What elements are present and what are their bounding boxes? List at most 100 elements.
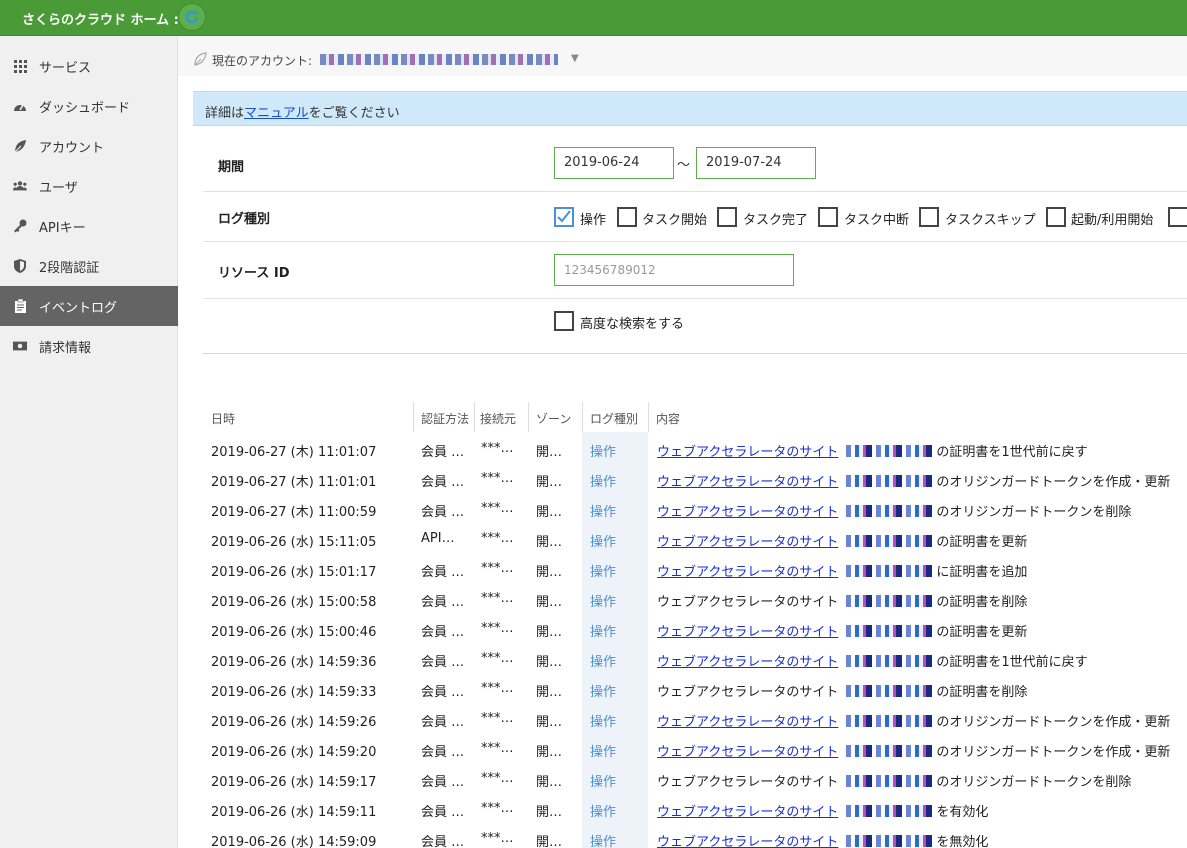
sidebar-item-label: ダッシュボード <box>39 100 131 116</box>
grid-icon <box>13 59 27 73</box>
table-row[interactable]: 2019-06-26 (水) 14:59:26 会員 … ***… 開… 操作 ウェブアク… <box>203 704 1187 734</box>
column-header-auth[interactable]: 認証方法 <box>421 402 469 432</box>
date-from-input[interactable]: 2019-06-24 <box>554 147 674 179</box>
table-row[interactable]: 2019-06-26 (水) 15:01:17 会員 … ***… 開… 操作 ウェブアク… <box>203 554 1187 584</box>
column-divider <box>582 402 583 432</box>
table-row[interactable]: 2019-06-26 (水) 14:59:33 会員 … ***… 開… 操作 ウェブアク… <box>203 674 1187 704</box>
action-text: に証明書を追加 <box>936 565 1028 580</box>
resource-link[interactable]: ウェブアクセラレータのサイト <box>657 565 838 580</box>
cell-log-type: 操作 <box>590 775 617 790</box>
cell-log-type: 操作 <box>590 745 617 760</box>
checkbox-more[interactable] <box>1168 207 1187 227</box>
sidebar-item-users[interactable]: ユーザ <box>0 166 178 206</box>
notice-prefix: 詳細は <box>205 106 245 121</box>
cell-datetime: 2019-06-26 (水) 14:59:09 <box>211 835 377 848</box>
column-header-source[interactable]: 接続元 <box>480 402 516 432</box>
sidebar-item-label: 2段階認証 <box>39 260 100 276</box>
column-header-zone[interactable]: ゾーン <box>536 402 571 432</box>
app-title: さくらのクラウド ホーム : <box>22 13 179 28</box>
resource-link[interactable]: ウェブアクセラレータのサイト <box>657 445 838 460</box>
manual-link[interactable]: マニュアル <box>244 106 309 121</box>
table-row[interactable]: 2019-06-26 (水) 15:11:05 API… ***… 開… 操作 ウェブアク… <box>203 524 1187 554</box>
cell-zone: 開… <box>536 775 563 790</box>
checkbox-task-complete[interactable] <box>717 207 737 227</box>
cell-auth-method: 会員 … <box>421 775 465 790</box>
table-row[interactable]: 2019-06-26 (水) 15:00:46 会員 … ***… 開… 操作 ウェブアク… <box>203 614 1187 644</box>
table-row[interactable]: 2019-06-27 (木) 11:01:01 会員 … ***… 開… 操作 ウェブアク… <box>203 464 1187 494</box>
redacted-site-name <box>846 475 937 487</box>
cell-datetime: 2019-06-26 (水) 14:59:20 <box>211 745 377 760</box>
sidebar-item-dashboard[interactable]: ダッシュボード <box>0 86 178 126</box>
cell-source: ***… <box>481 561 514 576</box>
redacted-site-name <box>846 805 937 817</box>
cell-source: ***… <box>481 621 514 636</box>
cell-zone: 開… <box>536 535 563 550</box>
checkbox-operation[interactable] <box>554 207 574 227</box>
key-icon <box>13 219 27 233</box>
cell-content: ウェブアクセラレータのサイト を無効化 <box>657 831 988 848</box>
cell-datetime: 2019-06-26 (水) 14:59:33 <box>211 685 377 700</box>
resource-link[interactable]: ウェブアクセラレータのサイト <box>657 715 838 730</box>
cell-datetime: 2019-06-27 (木) 11:01:01 <box>211 475 377 490</box>
advanced-search-checkbox[interactable] <box>554 311 574 331</box>
cell-datetime: 2019-06-26 (水) 14:59:36 <box>211 655 377 670</box>
resource-link[interactable]: ウェブアクセラレータのサイト <box>657 835 838 848</box>
sidebar-item-label: イベントログ <box>39 300 118 316</box>
table-row[interactable]: 2019-06-26 (水) 15:00:58 会員 … ***… 開… 操作 ウェブアク… <box>203 584 1187 614</box>
resource-link[interactable]: ウェブアクセラレータのサイト <box>657 805 838 820</box>
checkbox-task-start[interactable] <box>617 207 637 227</box>
sidebar-item-account[interactable]: アカウント <box>0 126 178 166</box>
cell-log-type: 操作 <box>590 475 617 490</box>
sidebar-item-billing[interactable]: 請求情報 <box>0 326 178 366</box>
redacted-site-name <box>846 535 937 547</box>
date-to-input[interactable]: 2019-07-24 <box>696 147 816 179</box>
action-text: のオリジンガードトークンを削除 <box>936 775 1132 790</box>
cell-zone: 開… <box>536 475 563 490</box>
account-name-redacted[interactable] <box>320 54 558 65</box>
cell-auth-method: 会員 … <box>421 745 465 760</box>
column-header-log-type[interactable]: ログ種別 <box>590 402 638 432</box>
cell-auth-method: API… <box>421 531 455 546</box>
cell-datetime: 2019-06-26 (水) 15:00:46 <box>211 625 377 640</box>
resource-link[interactable]: ウェブアクセラレータのサイト <box>657 655 838 670</box>
chevron-down-icon[interactable]: ▼ <box>571 53 579 64</box>
resource-link: ウェブアクセラレータのサイト <box>657 775 839 790</box>
cell-auth-method: 会員 … <box>421 835 465 848</box>
cell-source: ***… <box>481 651 514 666</box>
table-row[interactable]: 2019-06-26 (水) 14:59:36 会員 … ***… 開… 操作 ウェブアク… <box>203 644 1187 674</box>
account-bar: 現在のアカウント: ▼ <box>178 36 1187 76</box>
resource-link: ウェブアクセラレータのサイト <box>657 685 839 700</box>
table-row[interactable]: 2019-06-26 (水) 14:59:20 会員 … ***… 開… 操作 ウェブアク… <box>203 734 1187 764</box>
sidebar-item-event-log[interactable]: イベントログ <box>0 286 178 326</box>
resource-link[interactable]: ウェブアクセラレータのサイト <box>657 505 838 520</box>
table-row[interactable]: 2019-06-27 (木) 11:01:07 会員 … ***… 開… 操作 ウェブアク… <box>203 434 1187 464</box>
resource-link[interactable]: ウェブアクセラレータのサイト <box>657 625 838 640</box>
table-row[interactable]: 2019-06-26 (水) 14:59:09 会員 … ***… 開… 操作 ウェブアク… <box>203 824 1187 848</box>
cell-auth-method: 会員 … <box>421 715 465 730</box>
sidebar-item-label: APIキー <box>39 220 86 236</box>
sidebar-item-services[interactable]: サービス <box>0 46 178 86</box>
checkbox-task-abort[interactable] <box>818 207 838 227</box>
table-row[interactable]: 2019-06-27 (木) 11:00:59 会員 … ***… 開… 操作 ウェブアク… <box>203 494 1187 524</box>
resource-link[interactable]: ウェブアクセラレータのサイト <box>657 535 838 550</box>
action-text: を有効化 <box>936 805 989 820</box>
resource-link[interactable]: ウェブアクセラレータのサイト <box>657 745 838 760</box>
checkbox-label: 起動/利用開始 <box>1071 213 1154 228</box>
cell-zone: 開… <box>536 625 563 640</box>
checkbox-task-skip[interactable] <box>919 207 939 227</box>
sidebar-item-label: 請求情報 <box>39 340 92 356</box>
resource-id-input[interactable]: 123456789012 <box>554 254 794 286</box>
refresh-button[interactable] <box>178 3 206 31</box>
checkbox-startup[interactable] <box>1046 207 1066 227</box>
cell-log-type: 操作 <box>590 535 617 550</box>
redacted-site-name <box>846 565 937 577</box>
sidebar-item-api-keys[interactable]: APIキー <box>0 206 178 246</box>
column-header-content[interactable]: 内容 <box>656 402 680 432</box>
redacted-site-name <box>846 625 937 637</box>
table-row[interactable]: 2019-06-26 (水) 14:59:17 会員 … ***… 開… 操作 ウェブアク… <box>203 764 1187 794</box>
sidebar-item-two-factor[interactable]: 2段階認証 <box>0 246 178 286</box>
cell-content: ウェブアクセラレータのサイト の証明書を更新 <box>657 621 1027 640</box>
resource-link[interactable]: ウェブアクセラレータのサイト <box>657 475 838 490</box>
table-row[interactable]: 2019-06-26 (水) 14:59:11 会員 … ***… 開… 操作 ウェブアク… <box>203 794 1187 824</box>
column-header-datetime[interactable]: 日時 <box>211 402 235 432</box>
